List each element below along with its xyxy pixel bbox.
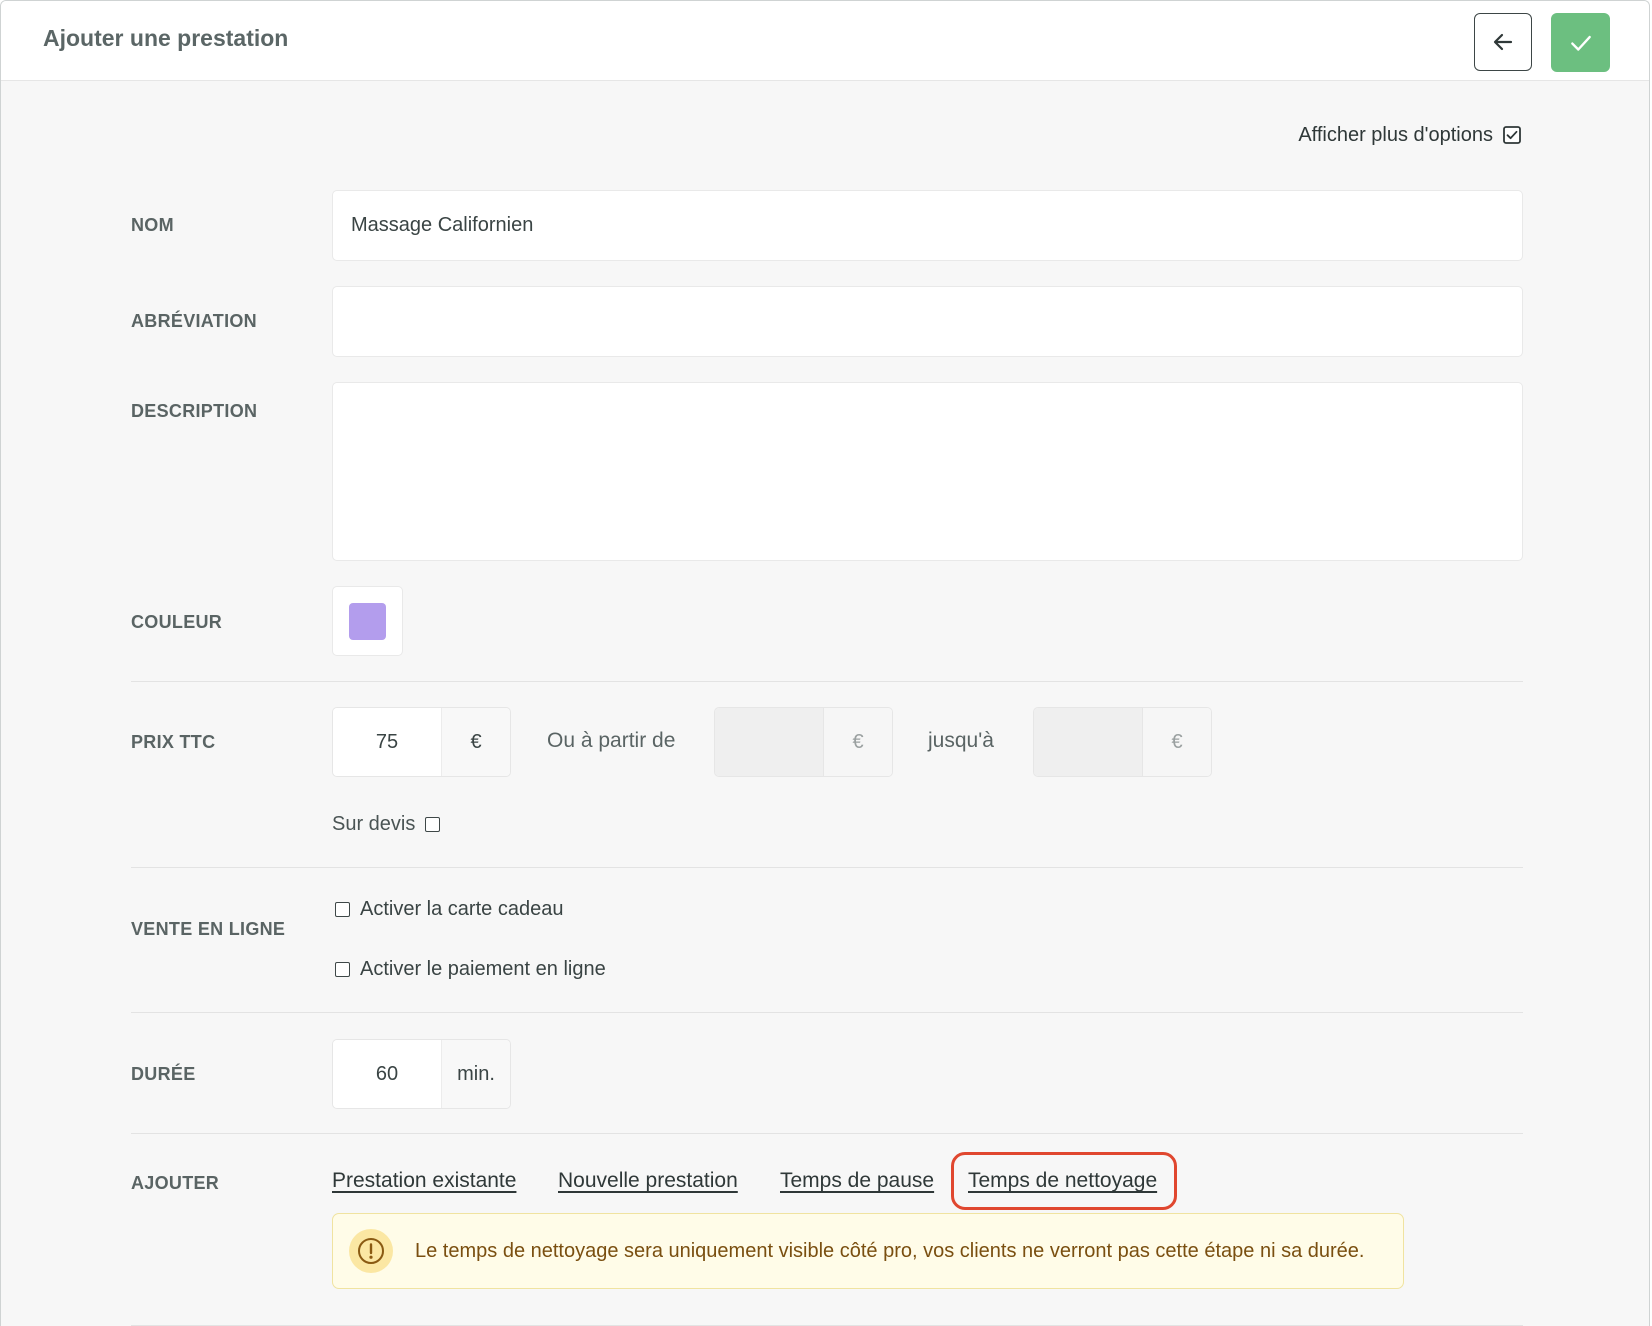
description-label: DESCRIPTION bbox=[131, 401, 258, 421]
name-label: NOM bbox=[131, 215, 174, 235]
name-input[interactable]: Massage Californien bbox=[332, 190, 1523, 261]
add-new-service-link[interactable]: Nouvelle prestation bbox=[558, 1169, 738, 1193]
divider bbox=[131, 1133, 1523, 1134]
color-swatch bbox=[349, 602, 386, 640]
quote-label: Sur devis bbox=[332, 813, 416, 835]
more-options-toggle[interactable]: Afficher plus d'options bbox=[1281, 120, 1521, 150]
price-to-input-group: € bbox=[1033, 707, 1212, 777]
modal-frame: Ajouter une prestation Afficher plus d'o… bbox=[0, 0, 1650, 1326]
online-payment-option[interactable]: Activer le paiement en ligne bbox=[335, 958, 606, 981]
exclamation-circle-icon bbox=[349, 1229, 393, 1273]
online-payment-label: Activer le paiement en ligne bbox=[360, 958, 606, 980]
back-button[interactable] bbox=[1474, 13, 1532, 71]
price-from-label: Ou à partir de bbox=[547, 729, 676, 752]
duration-unit: min. bbox=[442, 1040, 510, 1108]
name-input-value: Massage Californien bbox=[351, 214, 534, 236]
gift-card-option[interactable]: Activer la carte cadeau bbox=[335, 898, 563, 921]
more-options-label: Afficher plus d'options bbox=[1298, 123, 1493, 146]
price-currency: € bbox=[442, 708, 510, 776]
highlight-annotation bbox=[951, 1152, 1177, 1210]
check-icon bbox=[1570, 35, 1591, 51]
online-payment-checkbox[interactable] bbox=[335, 962, 350, 977]
price-label: PRIX TTC bbox=[131, 732, 216, 752]
price-to-input[interactable] bbox=[1034, 708, 1143, 776]
price-to-label: jusqu'à bbox=[928, 729, 994, 752]
divider bbox=[131, 681, 1523, 682]
save-button[interactable] bbox=[1551, 13, 1610, 72]
price-input[interactable]: 75 bbox=[333, 708, 442, 776]
checked-checkbox-icon[interactable] bbox=[1503, 126, 1521, 144]
cleaning-time-notice: Le temps de nettoyage sera uniquement vi… bbox=[332, 1213, 1404, 1289]
price-input-group: 75 € bbox=[332, 707, 511, 777]
color-picker[interactable] bbox=[332, 586, 403, 656]
price-from-input[interactable] bbox=[715, 708, 824, 776]
duration-input-group: 60 min. bbox=[332, 1039, 511, 1109]
color-label: COULEUR bbox=[131, 612, 223, 632]
add-existing-service-link[interactable]: Prestation existante bbox=[332, 1169, 516, 1193]
add-pause-time-link[interactable]: Temps de pause bbox=[780, 1169, 934, 1193]
divider bbox=[131, 1012, 1523, 1013]
arrow-left-icon bbox=[1493, 33, 1513, 51]
description-textarea[interactable] bbox=[332, 382, 1523, 561]
price-from-input-group: € bbox=[714, 707, 893, 777]
abbreviation-label: ABRÉVIATION bbox=[131, 311, 257, 331]
price-from-currency: € bbox=[824, 708, 892, 776]
duration-label: DURÉE bbox=[131, 1064, 196, 1084]
gift-card-checkbox[interactable] bbox=[335, 902, 350, 917]
divider bbox=[131, 867, 1523, 868]
duration-input[interactable]: 60 bbox=[333, 1040, 442, 1108]
online-sale-label: VENTE EN LIGNE bbox=[131, 919, 286, 939]
quote-option[interactable]: Sur devis bbox=[332, 813, 441, 836]
add-label: AJOUTER bbox=[131, 1173, 220, 1193]
notice-text: Le temps de nettoyage sera uniquement vi… bbox=[415, 1239, 1365, 1262]
abbreviation-input[interactable] bbox=[332, 286, 1523, 357]
price-to-currency: € bbox=[1143, 708, 1211, 776]
gift-card-label: Activer la carte cadeau bbox=[360, 898, 564, 920]
header: Ajouter une prestation bbox=[1, 1, 1649, 81]
quote-checkbox[interactable] bbox=[425, 817, 441, 832]
page-title: Ajouter une prestation bbox=[43, 25, 289, 51]
